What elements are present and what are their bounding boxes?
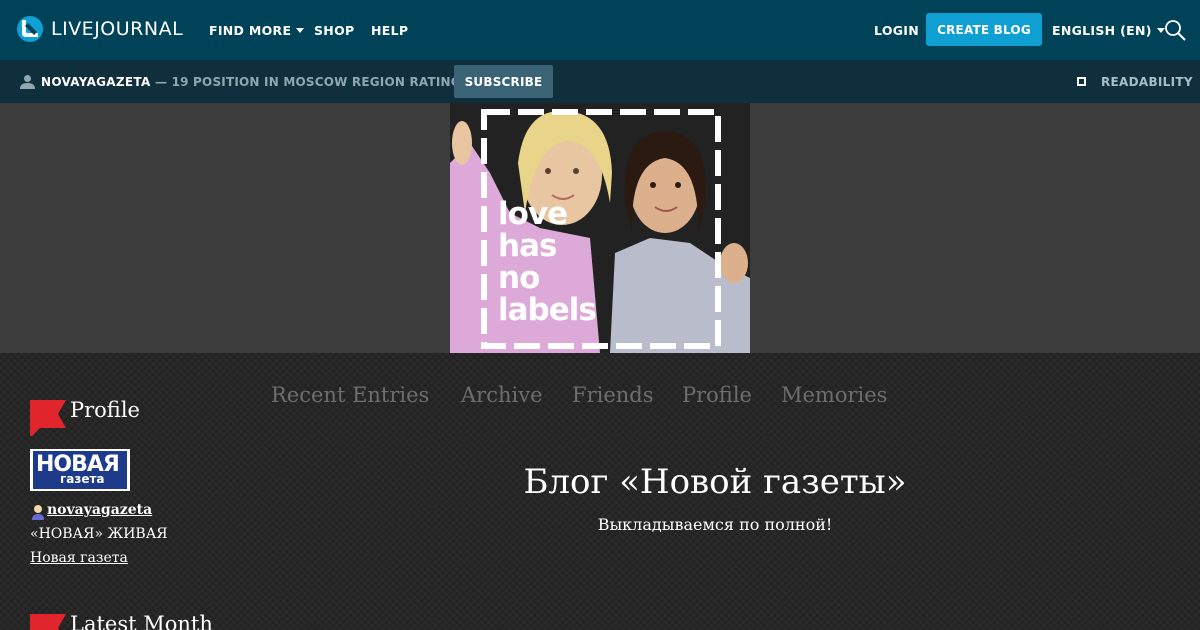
header-banner-image: love has no labels — [450, 103, 750, 353]
livejournal-logo[interactable]: LIVEJOURNAL — [16, 15, 183, 43]
user-icon — [20, 75, 35, 89]
blog-title: Блог «Новой газеты» — [523, 462, 907, 502]
tab-friends[interactable]: Friends — [572, 383, 654, 407]
profile-tagline: «НОВАЯ» ЖИВАЯ — [30, 526, 168, 542]
tab-profile[interactable]: Profile — [682, 383, 752, 407]
nav-help[interactable]: HELP — [371, 0, 408, 60]
chevron-down-icon — [296, 28, 305, 33]
logo-text: LIVEJOURNAL — [51, 18, 184, 40]
nav-find-more[interactable]: FIND MORE — [209, 0, 305, 60]
create-blog-button[interactable]: CREATE BLOG — [926, 13, 1042, 46]
tab-recent-entries[interactable]: Recent Entries — [271, 383, 429, 407]
banner-text-line: labels — [498, 292, 597, 328]
user-icon — [32, 505, 44, 520]
journal-name-link[interactable]: NOVAYAGAZETA — [41, 60, 151, 103]
novaya-gazeta-logo[interactable]: НОВАЯ газета — [30, 449, 130, 491]
banner-text-line: has — [498, 228, 557, 264]
username-link[interactable]: novayagazeta — [47, 502, 152, 518]
logo-text-bottom: газета — [60, 472, 105, 486]
readability-toggle[interactable]: READABILITY — [1101, 60, 1193, 103]
language-label: ENGLISH (EN) — [1052, 22, 1152, 38]
login-link[interactable]: LOGIN — [874, 0, 919, 60]
journal-rating[interactable]: — 19 POSITION IN MOSCOW REGION RATING — [155, 60, 461, 103]
nav-shop[interactable]: SHOP — [314, 0, 354, 60]
language-selector[interactable]: ENGLISH (EN) — [1052, 0, 1165, 60]
banner-text-line: love — [498, 196, 568, 232]
tab-archive[interactable]: Archive — [461, 383, 543, 407]
readability-checkbox[interactable] — [1077, 77, 1086, 86]
subscribe-button[interactable]: SUBSCRIBE — [454, 65, 553, 98]
tab-memories[interactable]: Memories — [781, 383, 887, 407]
profile-website-link[interactable]: Новая газета — [30, 550, 128, 566]
latest-month-section-title: Latest Month — [70, 612, 213, 630]
banner-text-line: no — [498, 260, 540, 296]
nav-find-more-label: FIND MORE — [209, 22, 292, 38]
profile-section-title: Profile — [70, 398, 140, 422]
search-icon[interactable] — [1164, 19, 1186, 41]
livejournal-logo-icon — [17, 16, 43, 42]
flag-icon — [30, 400, 66, 436]
flag-icon — [30, 614, 66, 630]
banner-illustration — [450, 103, 750, 353]
blog-subtitle: Выкладываемся по полной! — [597, 515, 833, 534]
